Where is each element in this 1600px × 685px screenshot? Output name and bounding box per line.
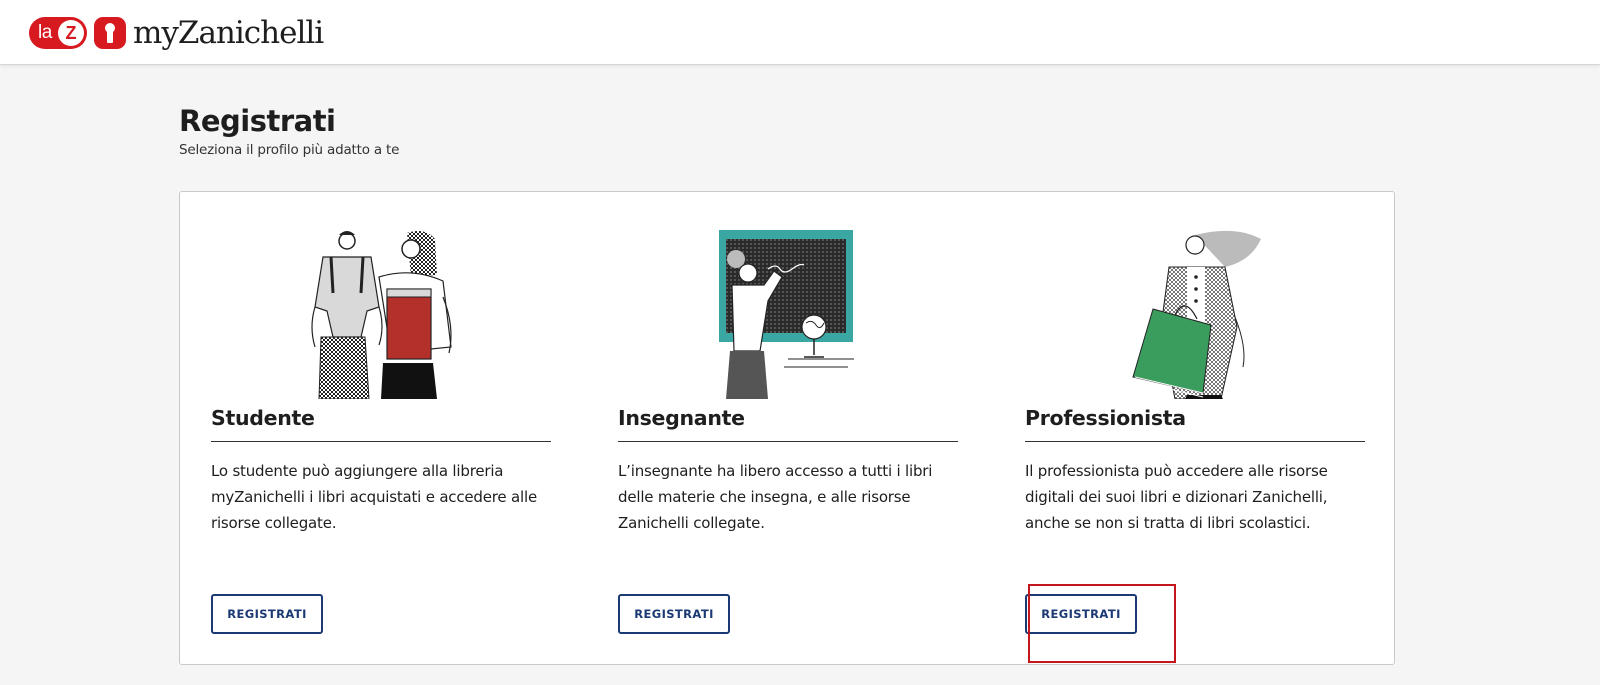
zanichelli-logo[interactable]: la Z myZanichelli <box>29 15 324 51</box>
profile-column-insegnante: Insegnante L’insegnante ha libero access… <box>618 192 958 666</box>
profile-column-studente: Studente Lo studente può aggiungere alla… <box>211 192 551 666</box>
profile-title: Professionista <box>1025 406 1186 430</box>
divider <box>618 441 958 442</box>
logo-la-text: la <box>38 22 52 43</box>
profile-description: Lo studente può aggiungere alla libreria… <box>211 462 537 532</box>
registrati-studente-button[interactable]: REGISTRATI <box>211 594 323 634</box>
profile-title: Insegnante <box>618 406 745 430</box>
professional-with-shopping-bag-illustration <box>1132 230 1261 399</box>
divider <box>211 441 551 442</box>
profile-selection-card: Studente Lo studente può aggiungere alla… <box>179 191 1395 665</box>
divider <box>1025 441 1365 442</box>
students-with-backpack-illustration <box>311 231 452 399</box>
teacher-at-blackboard-illustration <box>719 230 854 399</box>
profile-column-professionista: Professionista Il professionista può acc… <box>1025 192 1365 666</box>
top-header: la Z myZanichelli <box>0 0 1600 65</box>
brand-name: myZanichelli <box>133 15 324 51</box>
page-title: Registrati <box>179 104 336 138</box>
profile-title: Studente <box>211 406 315 430</box>
la-z-logo-badge: la Z <box>29 17 87 49</box>
registrati-professionista-button[interactable]: REGISTRATI <box>1025 594 1137 634</box>
registrati-insegnante-button[interactable]: REGISTRATI <box>618 594 730 634</box>
profile-description: L’insegnante ha libero accesso a tutti i… <box>618 462 933 532</box>
keyhole-icon <box>94 17 126 49</box>
profile-description: Il professionista può accedere alle riso… <box>1025 462 1328 532</box>
logo-z-text: Z <box>58 20 84 46</box>
page-subtitle: Seleziona il profilo più adatto a te <box>179 142 400 158</box>
